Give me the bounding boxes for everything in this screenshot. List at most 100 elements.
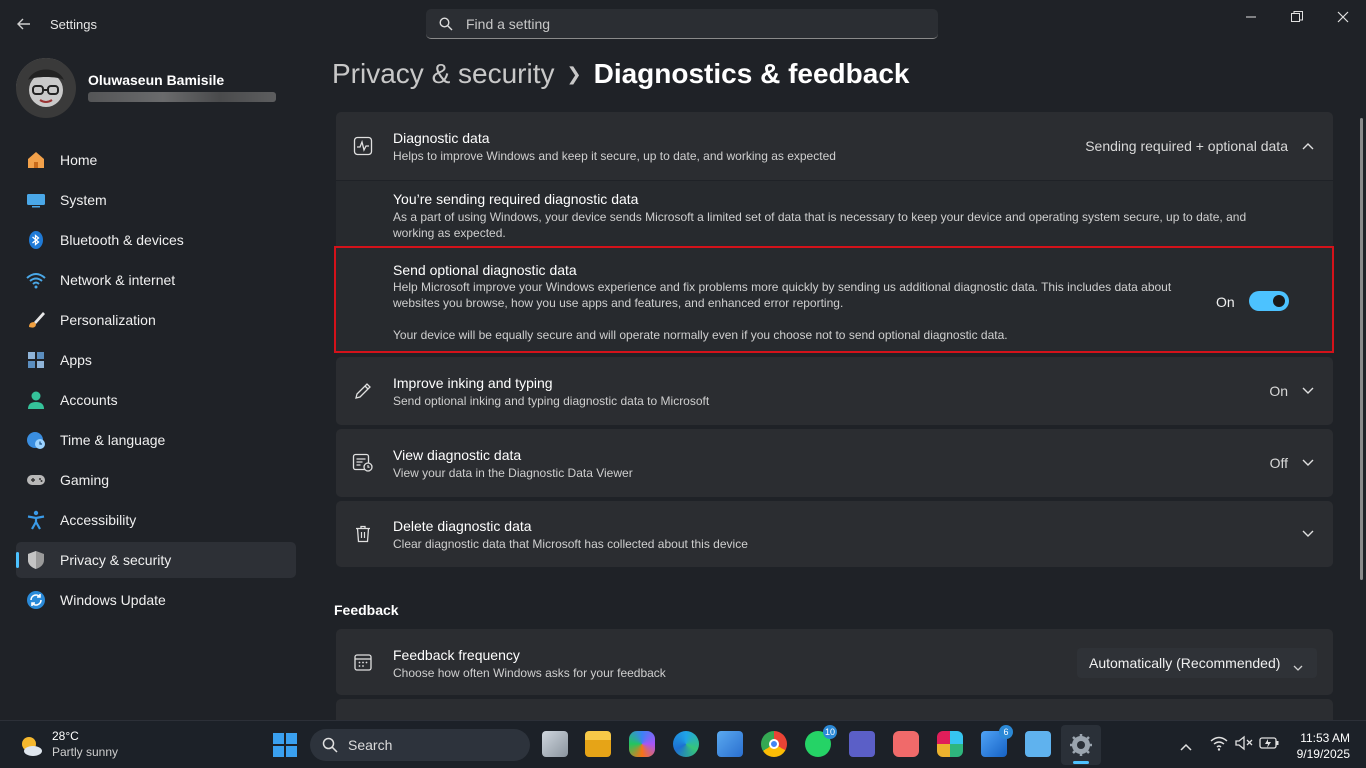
clock-time[interactable]: 11:53 AM xyxy=(1290,731,1350,745)
teams-icon[interactable] xyxy=(849,731,875,757)
taskbar: 28°C Partly sunny Search 10 6 11:53 AM 9… xyxy=(0,720,1366,768)
required-data-title: You’re sending required diagnostic data xyxy=(393,191,639,207)
home-icon xyxy=(24,148,48,172)
sidebar-item-privacy-security[interactable]: Privacy & security xyxy=(16,542,296,578)
wifi-icon[interactable] xyxy=(1210,735,1228,756)
settings-taskbar-active[interactable] xyxy=(1061,725,1101,765)
search-icon xyxy=(426,16,466,31)
speaker-muted-icon[interactable] xyxy=(1235,735,1253,756)
windows-logo-icon xyxy=(273,733,297,757)
profile-name: Oluwaseun Bamisile xyxy=(88,72,225,88)
minimize-button[interactable] xyxy=(1228,8,1274,26)
apps-icon xyxy=(24,348,48,372)
asana-icon[interactable] xyxy=(893,731,919,757)
edge-browser-icon[interactable] xyxy=(673,731,699,757)
taskbar-search[interactable]: Search xyxy=(310,729,530,761)
whatsapp-icon[interactable]: 10 xyxy=(805,725,837,757)
required-data-desc: As a part of using Windows, your device … xyxy=(393,210,1247,240)
delete-diagnostic-data-row[interactable]: Delete diagnostic data Clear diagnostic … xyxy=(336,501,1333,567)
chrome-icon[interactable] xyxy=(761,731,787,757)
shield-icon xyxy=(24,548,48,572)
search-icon xyxy=(322,737,338,753)
brush-icon xyxy=(24,308,48,332)
diagnostic-data-desc: Helps to improve Windows and keep it sec… xyxy=(393,149,836,163)
app-title: Settings xyxy=(50,17,97,32)
clock-date[interactable]: 9/19/2025 xyxy=(1290,747,1350,761)
delete-data-title: Delete diagnostic data xyxy=(393,518,532,534)
sidebar-item-gaming[interactable]: Gaming xyxy=(16,462,296,498)
inking-desc: Send optional inking and typing diagnost… xyxy=(393,394,710,408)
back-button[interactable] xyxy=(10,12,38,36)
settings-window: Settings Find a setting Oluwaseun Bamisi… xyxy=(0,0,1366,720)
pen-icon xyxy=(352,380,374,402)
settings-search[interactable] xyxy=(426,9,938,39)
chevron-up-icon xyxy=(1301,139,1315,153)
sidebar-item-time-language[interactable]: Time & language xyxy=(16,422,296,458)
profile-email-redacted xyxy=(88,92,276,102)
inking-status: On xyxy=(1269,383,1288,399)
accessibility-icon xyxy=(24,508,48,532)
sidebar-item-accessibility[interactable]: Accessibility xyxy=(16,502,296,538)
view-data-desc: View your data in the Diagnostic Data Vi… xyxy=(393,466,633,480)
sidebar-item-system[interactable]: System xyxy=(16,182,296,218)
chevron-down-icon xyxy=(1293,659,1303,675)
start-button[interactable] xyxy=(273,733,297,757)
weather-widget[interactable]: 28°C Partly sunny xyxy=(18,729,118,759)
minimize-icon xyxy=(1246,16,1256,18)
required-data-row: You’re sending required diagnostic data … xyxy=(336,181,1333,247)
trash-icon xyxy=(352,523,374,545)
task-view-icon[interactable] xyxy=(542,731,568,757)
file-explorer-icon[interactable] xyxy=(585,731,611,757)
search-input[interactable] xyxy=(466,15,906,32)
sidebar-item-personalization[interactable]: Personalization xyxy=(16,302,296,338)
battery-icon[interactable] xyxy=(1259,736,1279,755)
microsoft-store-icon[interactable] xyxy=(717,731,743,757)
sidebar-nav: Home System Bluetooth & devices Network … xyxy=(16,142,296,622)
chevron-up-icon[interactable] xyxy=(1180,738,1192,756)
chevron-down-icon xyxy=(1301,384,1315,398)
next-setting-row-partial xyxy=(336,699,1333,720)
avatar xyxy=(16,58,76,118)
system-icon xyxy=(24,188,48,212)
close-button[interactable] xyxy=(1320,8,1366,26)
data-viewer-icon xyxy=(352,452,374,474)
bluetooth-icon xyxy=(24,228,48,252)
arrow-left-icon xyxy=(17,18,30,30)
close-icon xyxy=(1337,11,1349,23)
copilot-icon[interactable] xyxy=(629,731,655,757)
dropdown-value: Automatically (Recommended) xyxy=(1089,655,1281,671)
page-title: Diagnostics & feedback xyxy=(593,58,910,89)
feedback-frequency-desc: Choose how often Windows asks for your f… xyxy=(393,666,666,680)
feedback-frequency-dropdown[interactable]: Automatically (Recommended) xyxy=(1077,648,1317,678)
chevron-down-icon xyxy=(1301,456,1315,470)
notification-badge: 10 xyxy=(822,725,837,739)
sidebar-item-home[interactable]: Home xyxy=(16,142,296,178)
slack-icon[interactable] xyxy=(937,731,963,757)
taskbar-search-label: Search xyxy=(348,737,393,753)
wifi-icon xyxy=(24,268,48,292)
sidebar-item-network[interactable]: Network & internet xyxy=(16,262,296,298)
inking-typing-row[interactable]: Improve inking and typing Send optional … xyxy=(336,357,1333,425)
delete-data-desc: Clear diagnostic data that Microsoft has… xyxy=(393,537,748,551)
view-data-status: Off xyxy=(1269,455,1288,471)
diagnostic-data-title: Diagnostic data xyxy=(393,130,490,146)
feedback-section-title: Feedback xyxy=(334,602,399,618)
scrollbar[interactable] xyxy=(1360,118,1363,580)
restore-button[interactable] xyxy=(1274,8,1320,26)
view-diagnostic-data-row[interactable]: View diagnostic data View your data in t… xyxy=(336,429,1333,497)
title-bar: Settings xyxy=(0,0,1366,48)
sidebar-item-windows-update[interactable]: Windows Update xyxy=(16,582,296,618)
update-icon xyxy=(24,588,48,612)
breadcrumb-parent[interactable]: Privacy & security xyxy=(332,58,555,89)
calendar-icon xyxy=(352,651,374,673)
weather-description: Partly sunny xyxy=(52,745,119,759)
sidebar-item-bluetooth[interactable]: Bluetooth & devices xyxy=(16,222,296,258)
diagnostic-data-expander[interactable]: Diagnostic data Helps to improve Windows… xyxy=(336,112,1333,180)
mail-app-icon[interactable]: 6 xyxy=(981,725,1013,757)
partly-sunny-icon xyxy=(18,733,44,759)
sidebar-item-apps[interactable]: Apps xyxy=(16,342,296,378)
sidebar-item-accounts[interactable]: Accounts xyxy=(16,382,296,418)
inking-title: Improve inking and typing xyxy=(393,375,553,391)
gear-icon xyxy=(1070,734,1092,756)
notepad-icon[interactable] xyxy=(1025,731,1051,757)
